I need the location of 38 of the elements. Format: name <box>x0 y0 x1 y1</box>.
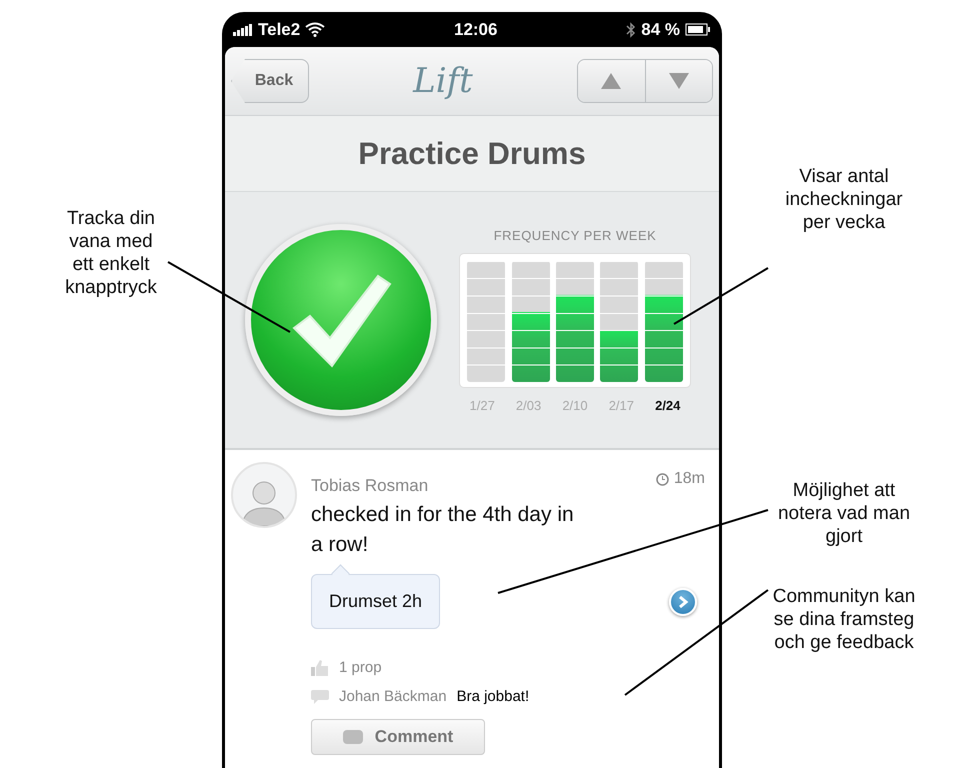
app-logo: Lift <box>413 61 473 101</box>
down-triangle-icon <box>668 73 689 89</box>
battery-percentage: 84 % <box>641 20 680 40</box>
annotation-text: Möjlighet att notera vad man gjort <box>778 479 910 548</box>
comment-button[interactable]: Comment <box>311 719 485 755</box>
details-button[interactable] <box>669 588 697 616</box>
next-button[interactable] <box>644 60 712 102</box>
back-button[interactable]: Back <box>231 59 309 103</box>
week-label: 2/24 <box>654 398 682 412</box>
up-triangle-icon <box>601 73 622 89</box>
signal-icon <box>233 24 253 36</box>
clock-time: 12:06 <box>454 20 498 40</box>
clock-icon <box>656 472 669 486</box>
week-label: 1/27 <box>468 398 496 412</box>
post-time: 18m <box>674 470 705 488</box>
week-label: 2/17 <box>608 398 636 412</box>
author-name: Tobias Rosman <box>311 476 428 496</box>
speech-bubble-icon <box>342 730 363 744</box>
week-label: 2/10 <box>561 398 589 412</box>
habit-title: Practice Drums <box>358 136 586 172</box>
thumbs-up-icon <box>311 660 329 676</box>
comment-text: Bra jobbat! <box>456 688 530 705</box>
annotation-text: Tracka din vana med ett enkelt knapptryck <box>65 207 157 299</box>
note-text: Drumset 2h <box>329 591 422 611</box>
props-count: 1 prop <box>339 659 382 676</box>
speech-bubble-icon <box>311 688 329 704</box>
previous-button[interactable] <box>578 60 645 102</box>
bluetooth-icon <box>626 22 636 38</box>
week-label: 2/03 <box>514 398 542 412</box>
battery-icon <box>684 23 711 36</box>
chevron-right-icon <box>677 594 689 608</box>
chart-title: FREQUENCY PER WEEK <box>494 228 656 242</box>
wifi-icon <box>305 22 326 37</box>
commenter-name: Johan Bäckman <box>339 688 447 705</box>
check-in-message: checked in for the 4th day in a row! <box>311 502 575 558</box>
annotation-text: Visar antal incheckningar per vecka <box>785 165 903 234</box>
carrier-name: Tele2 <box>258 20 300 40</box>
annotation-text: Communityn kan se dina framsteg och ge feedback <box>772 585 916 654</box>
